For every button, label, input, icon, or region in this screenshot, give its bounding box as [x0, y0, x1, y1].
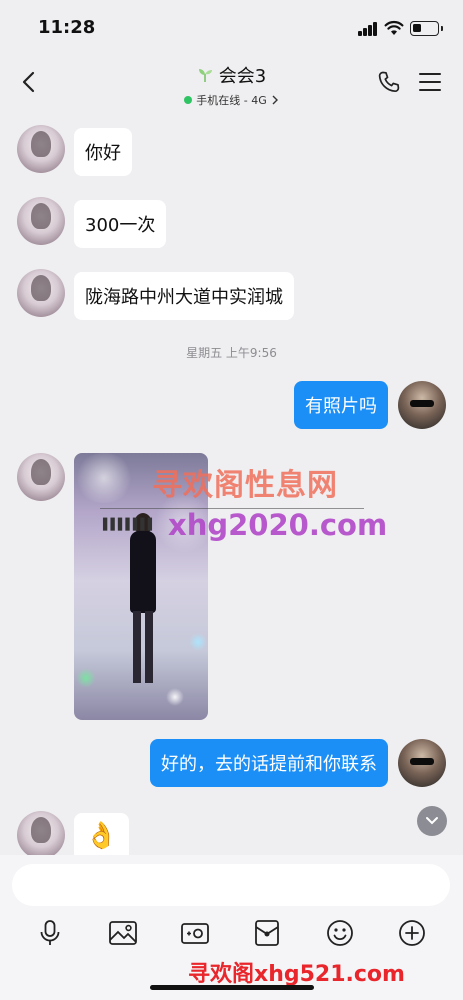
image-icon[interactable]: [108, 918, 138, 948]
menu-icon[interactable]: [419, 73, 441, 91]
my-avatar[interactable]: [398, 739, 446, 787]
watermark-title: 寻欢阁性息网: [152, 468, 338, 503]
message-bubble[interactable]: 你好: [74, 128, 132, 176]
red-packet-icon[interactable]: [252, 918, 282, 948]
ok-hand-emoji: 👌: [85, 821, 118, 851]
online-status: 手机在线 - 4G: [184, 92, 279, 108]
plus-icon[interactable]: [397, 918, 427, 948]
camera-icon[interactable]: [180, 918, 210, 948]
contact-avatar[interactable]: [17, 453, 65, 501]
chat-header: 会会3 手机在线 - 4G: [0, 56, 463, 110]
mic-icon[interactable]: [35, 918, 65, 948]
wifi-icon: [384, 20, 404, 35]
contact-avatar[interactable]: [17, 269, 65, 317]
chevron-right-icon: [272, 95, 278, 105]
scroll-down-button[interactable]: [417, 806, 447, 836]
chevron-down-icon: [426, 817, 438, 825]
home-indicator[interactable]: [150, 985, 314, 990]
my-avatar[interactable]: [398, 381, 446, 429]
online-dot-icon: [184, 96, 193, 104]
watermark-bars: ▌▌▌▌▌▌▌: [103, 518, 156, 531]
status-time: 11:28: [38, 17, 96, 38]
message-bubble[interactable]: 陇海路中州大道中实润城: [74, 272, 294, 320]
message-bubble[interactable]: 300一次: [74, 200, 167, 248]
contact-avatar[interactable]: [17, 125, 65, 173]
message-timestamp: 星期五 上午9:56: [186, 346, 277, 360]
cellular-signal-icon: [358, 22, 378, 36]
phone-call-icon[interactable]: [377, 70, 401, 94]
photo-figure: [124, 513, 160, 683]
battery-icon: [410, 21, 443, 36]
watermark-footer: 寻欢阁xhg521.com: [188, 962, 405, 987]
contact-name: 会会3: [218, 66, 267, 87]
sprout-icon: [198, 69, 212, 82]
contact-avatar[interactable]: [17, 811, 65, 859]
chat-title: 会会3: [197, 62, 266, 88]
message-bubble[interactable]: 有照片吗: [294, 381, 388, 429]
emoji-icon[interactable]: [325, 918, 355, 948]
message-input[interactable]: [12, 864, 450, 906]
message-bubble[interactable]: 好的，去的话提前和你联系: [150, 739, 388, 787]
watermark-url: xhg2020.com: [168, 508, 388, 542]
contact-avatar[interactable]: [17, 197, 65, 245]
online-status-text: 手机在线 - 4G: [196, 94, 267, 107]
emoji-message[interactable]: 👌: [74, 813, 129, 855]
status-bar: 11:28: [0, 0, 463, 56]
